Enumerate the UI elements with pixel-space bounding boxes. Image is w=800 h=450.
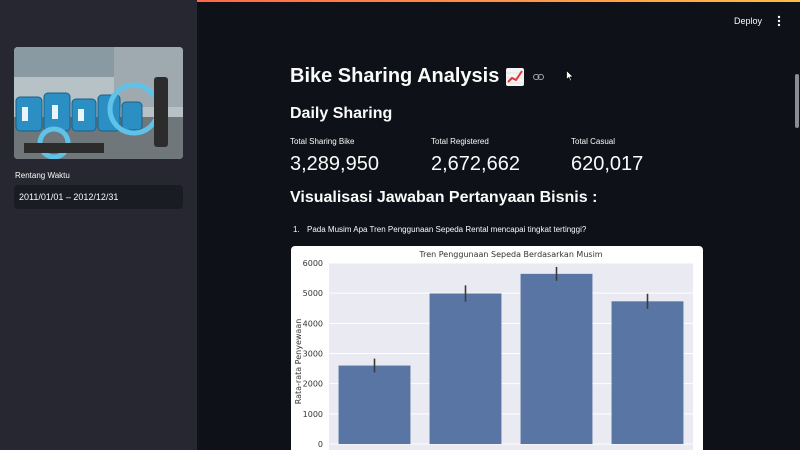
y-tick-label: 4000 — [303, 319, 323, 328]
question-text: Pada Musim Apa Tren Penggunaan Sepeda Re… — [307, 225, 587, 234]
metric-total-registered: Total Registered 2,672,662 — [431, 137, 520, 176]
sidebar: Rentang Waktu 2011/01/01 – 2012/12/31 — [0, 0, 197, 450]
chart-increasing-emoji — [506, 67, 525, 86]
metric-total-sharing: Total Sharing Bike 3,289,950 — [290, 137, 379, 176]
metric-total-casual: Total Casual 620,017 — [571, 137, 643, 176]
question-number: 1. — [293, 225, 300, 234]
visualization-heading: Visualisasi Jawaban Pertanyaan Bisnis : — [290, 189, 598, 206]
season-chart-card: 0 1000 2000 3000 4000 5000 6000 Tren Penggunaan… — [291, 246, 703, 450]
bar — [611, 301, 684, 444]
question-item: 1. Pada Musim Apa Tren Penggunaan Sepeda … — [293, 225, 586, 234]
metric-value: 2,672,662 — [431, 153, 520, 175]
metric-label: Total Registered — [431, 137, 489, 146]
y-tick-label: 0 — [318, 440, 323, 449]
y-tick-label: 1000 — [303, 410, 323, 419]
mouse-cursor-icon — [566, 70, 574, 82]
daily-sharing-heading: Daily Sharing — [290, 105, 393, 122]
season-bar-chart: 0 1000 2000 3000 4000 5000 6000 Tren Penggunaan… — [294, 250, 693, 450]
metric-value: 3,289,950 — [290, 153, 379, 175]
deploy-button[interactable]: Deploy — [734, 16, 762, 26]
y-tick-label: 6000 — [303, 259, 323, 268]
metric-label: Total Casual — [571, 137, 616, 146]
date-range-input[interactable]: 2011/01/01 – 2012/12/31 — [14, 185, 183, 209]
page-title: Bike Sharing Analysis — [290, 65, 500, 87]
bar — [429, 293, 502, 444]
chart-title: Tren Penggunaan Sepeda Berdasarkan Musim — [418, 250, 602, 259]
more-vertical-icon[interactable] — [774, 14, 784, 28]
bar — [338, 365, 411, 444]
y-tick-label: 2000 — [303, 380, 323, 389]
metric-value: 620,017 — [571, 153, 644, 175]
header-actions: Deploy — [734, 14, 784, 28]
scrollbar[interactable] — [795, 74, 799, 128]
metric-label: Total Sharing Bike — [290, 137, 355, 146]
y-axis-label: Rata-rata Penyewaan — [294, 319, 303, 405]
page-title-row: Bike Sharing Analysis — [290, 65, 545, 88]
bar — [520, 273, 593, 444]
link-icon[interactable] — [533, 73, 545, 81]
date-range-label: Rentang Waktu — [15, 171, 70, 180]
bike-share-photo — [14, 47, 183, 159]
y-tick-label: 3000 — [303, 350, 323, 359]
y-tick-label: 5000 — [303, 289, 323, 298]
